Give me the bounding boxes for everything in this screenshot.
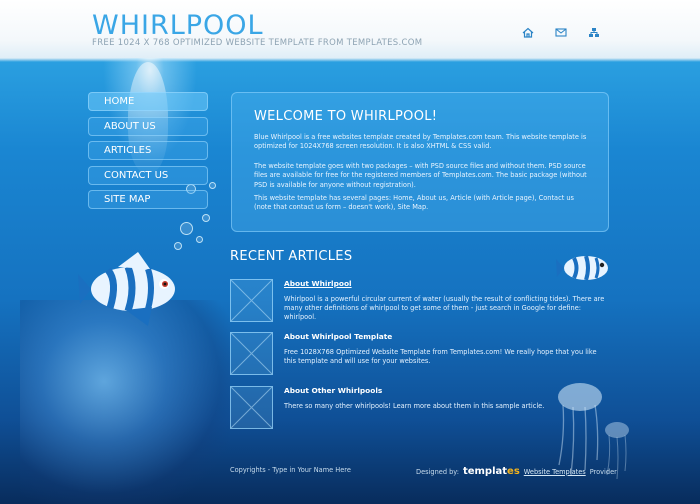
main-nav: HOME ABOUT US ARTICLES CONTACT US SITE M… <box>88 92 208 215</box>
article-thumbnail[interactable] <box>230 332 273 375</box>
striped-fish-image <box>78 252 175 326</box>
bubble <box>180 222 193 235</box>
website-templates-link[interactable]: Website Templates <box>524 468 586 476</box>
article-description: There so many other whirlpools! Learn mo… <box>284 402 545 410</box>
nav-item-site-map[interactable]: SITE MAP <box>88 190 208 209</box>
mail-icon[interactable] <box>555 27 567 38</box>
nav-item-articles[interactable]: ARTICLES <box>88 141 208 160</box>
templates-logo-main: templat <box>462 466 508 477</box>
provider-label: Provider <box>589 467 617 476</box>
article-title[interactable]: About Whirlpool Template <box>284 332 392 341</box>
article-description: Free 1028X768 Optimized Website Template… <box>284 348 597 366</box>
nav-item-about-us[interactable]: ABOUT US <box>88 116 208 136</box>
sitemap-icon[interactable] <box>588 27 600 38</box>
home-icon[interactable] <box>522 27 534 38</box>
nav-item-contact-us[interactable]: CONTACT US <box>88 165 208 185</box>
site-logo[interactable]: WHIRLPOOL <box>92 10 264 41</box>
article-item: About Whirlpool Whirlpool is a powerful … <box>230 279 610 323</box>
bubble <box>209 182 216 189</box>
welcome-paragraph: This website template has several pages:… <box>254 194 574 212</box>
bubble <box>202 214 210 222</box>
article-title[interactable]: About Other Whirlpools <box>284 386 382 395</box>
recent-articles-title: RECENT ARTICLES <box>230 249 353 264</box>
footer-credits: Designed by: templates Website Templates… <box>416 466 617 477</box>
templates-logo[interactable]: templates <box>463 466 520 477</box>
site-tagline: FREE 1024 X 768 OPTIMIZED WEBSITE TEMPLA… <box>92 38 423 48</box>
designed-by-label: Designed by: <box>416 467 459 476</box>
article-thumbnail[interactable] <box>230 386 273 429</box>
article-item: About Other Whirlpools There so many oth… <box>230 386 610 430</box>
top-icons <box>522 27 600 38</box>
welcome-paragraph: Blue Whirlpool is a free websites templa… <box>254 133 587 151</box>
article-item: About Whirlpool Template Free 1028X768 O… <box>230 332 610 376</box>
templates-logo-accent: es <box>507 466 520 477</box>
bubble <box>196 236 203 243</box>
article-description: Whirlpool is a powerful circular current… <box>284 295 605 322</box>
header: WHIRLPOOL FREE 1024 X 768 OPTIMIZED WEBS… <box>0 0 700 60</box>
welcome-paragraph: The website template goes with two packa… <box>254 162 587 189</box>
bubble <box>174 242 182 250</box>
article-thumbnail[interactable] <box>230 279 273 322</box>
welcome-title: WELCOME TO WHIRLPOOL! <box>254 109 438 124</box>
nav-item-home[interactable]: HOME <box>88 92 208 111</box>
article-title-link[interactable]: About Whirlpool <box>284 279 352 288</box>
welcome-panel: WELCOME TO WHIRLPOOL! Blue Whirlpool is … <box>231 92 609 232</box>
coral-reef-image <box>20 300 230 504</box>
footer-copyright: Copyrights - Type in Your Name Here <box>230 466 351 474</box>
